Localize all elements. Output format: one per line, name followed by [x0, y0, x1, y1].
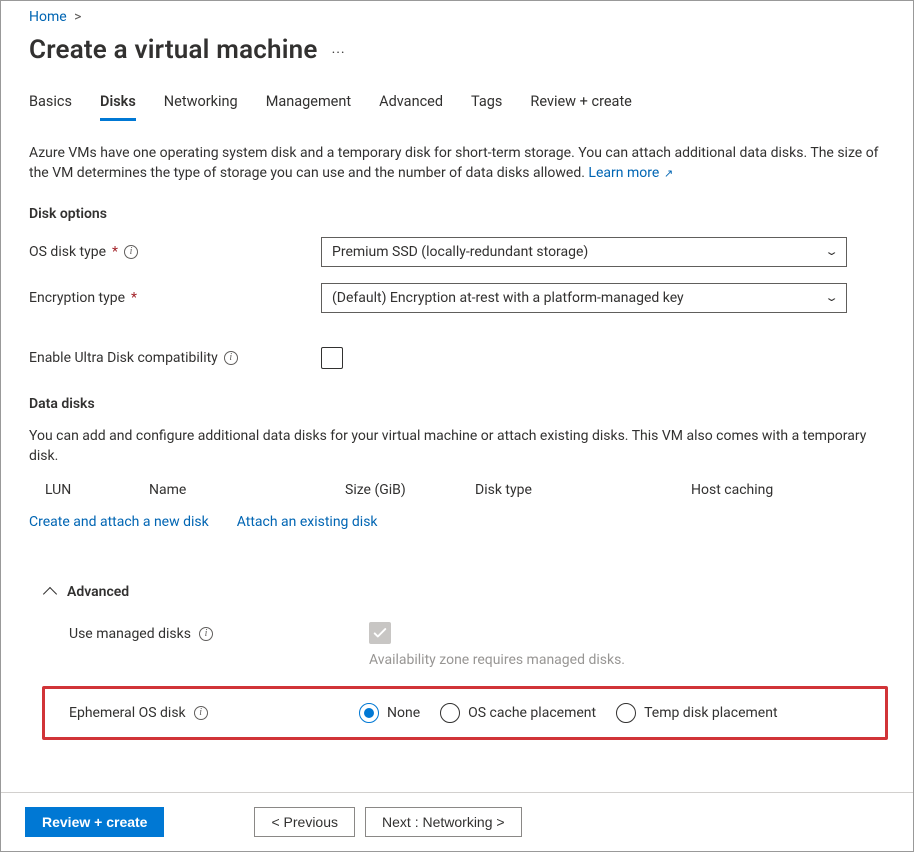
col-size: Size (GiB)	[345, 482, 475, 498]
ephemeral-radio-os-cache[interactable]: OS cache placement	[440, 703, 596, 723]
tab-disks[interactable]: Disks	[100, 93, 136, 121]
chevron-up-icon	[43, 587, 57, 601]
tab-advanced[interactable]: Advanced	[379, 93, 443, 121]
info-icon[interactable]: i	[194, 706, 208, 720]
review-create-button[interactable]: Review + create	[25, 807, 164, 837]
tab-tags[interactable]: Tags	[471, 93, 502, 121]
previous-button[interactable]: < Previous	[254, 807, 355, 837]
tabs: Basics Disks Networking Management Advan…	[29, 93, 885, 121]
tab-networking[interactable]: Networking	[164, 93, 238, 121]
encryption-type-value: (Default) Encryption at-rest with a plat…	[332, 290, 684, 306]
radio-icon	[616, 703, 636, 723]
ultra-disk-checkbox[interactable]	[321, 347, 343, 369]
info-icon[interactable]: i	[199, 627, 213, 641]
tab-management[interactable]: Management	[266, 93, 351, 121]
wizard-footer: Review + create < Previous Next : Networ…	[1, 792, 913, 851]
info-icon[interactable]: i	[224, 351, 238, 365]
use-managed-disks-note: Availability zone requires managed disks…	[369, 652, 625, 668]
breadcrumb: Home >	[29, 9, 885, 25]
ultra-disk-label: Enable Ultra Disk compatibility	[29, 350, 218, 366]
info-icon[interactable]: i	[124, 245, 138, 259]
radio-icon	[359, 703, 379, 723]
attach-existing-disk-link[interactable]: Attach an existing disk	[237, 514, 378, 530]
data-disks-desc: You can add and configure additional dat…	[29, 426, 885, 467]
ephemeral-radio-none[interactable]: None	[359, 703, 420, 723]
check-icon	[373, 626, 387, 640]
col-name: Name	[149, 482, 345, 498]
radio-icon	[440, 703, 460, 723]
chevron-down-icon: ⌄	[824, 291, 839, 304]
use-managed-disks-checkbox	[369, 622, 391, 644]
chevron-right-icon: >	[74, 9, 81, 25]
col-host: Host caching	[691, 482, 885, 498]
encryption-type-label: Encryption type	[29, 290, 125, 306]
required-asterisk: *	[112, 244, 118, 260]
breadcrumb-home[interactable]: Home	[29, 9, 67, 25]
os-disk-type-select[interactable]: Premium SSD (locally-redundant storage) …	[321, 237, 847, 267]
ephemeral-radio-temp-disk[interactable]: Temp disk placement	[616, 703, 777, 723]
intro-text: Azure VMs have one operating system disk…	[29, 143, 885, 184]
required-asterisk: *	[131, 290, 137, 306]
advanced-section-toggle[interactable]: Advanced	[45, 584, 885, 600]
ephemeral-os-disk-row: Ephemeral OS disk i None OS cache placem…	[42, 686, 888, 740]
col-type: Disk type	[475, 482, 691, 498]
next-button[interactable]: Next : Networking >	[365, 807, 522, 837]
disk-options-heading: Disk options	[29, 206, 885, 222]
external-link-icon: ↗	[661, 167, 673, 180]
learn-more-link[interactable]: Learn more ↗	[588, 165, 673, 181]
data-disk-columns: LUN Name Size (GiB) Disk type Host cachi…	[29, 482, 885, 498]
chevron-down-icon: ⌄	[824, 245, 839, 258]
use-managed-disks-label: Use managed disks	[69, 626, 191, 642]
tab-basics[interactable]: Basics	[29, 93, 72, 121]
create-attach-disk-link[interactable]: Create and attach a new disk	[29, 514, 209, 530]
encryption-type-select[interactable]: (Default) Encryption at-rest with a plat…	[321, 283, 847, 313]
data-disks-heading: Data disks	[29, 396, 885, 412]
os-disk-type-label: OS disk type	[29, 244, 106, 260]
more-icon[interactable]: ···	[332, 39, 346, 61]
col-lun: LUN	[45, 482, 149, 498]
page-title: Create a virtual machine	[29, 35, 318, 65]
os-disk-type-value: Premium SSD (locally-redundant storage)	[332, 244, 588, 260]
ephemeral-os-disk-label: Ephemeral OS disk	[69, 705, 186, 721]
advanced-heading: Advanced	[67, 584, 129, 600]
tab-review[interactable]: Review + create	[530, 93, 631, 121]
